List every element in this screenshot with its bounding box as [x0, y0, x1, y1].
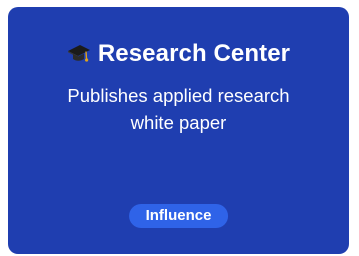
graduation-cap-icon	[67, 43, 91, 65]
card-title: Research Center	[97, 40, 291, 67]
influence-badge: Influence	[128, 204, 229, 228]
card-description: Publishes applied research white paper	[67, 85, 290, 133]
research-center-card[interactable]: Research Center Publishes applied resear…	[8, 7, 349, 254]
card-header: Research Center	[67, 40, 290, 68]
